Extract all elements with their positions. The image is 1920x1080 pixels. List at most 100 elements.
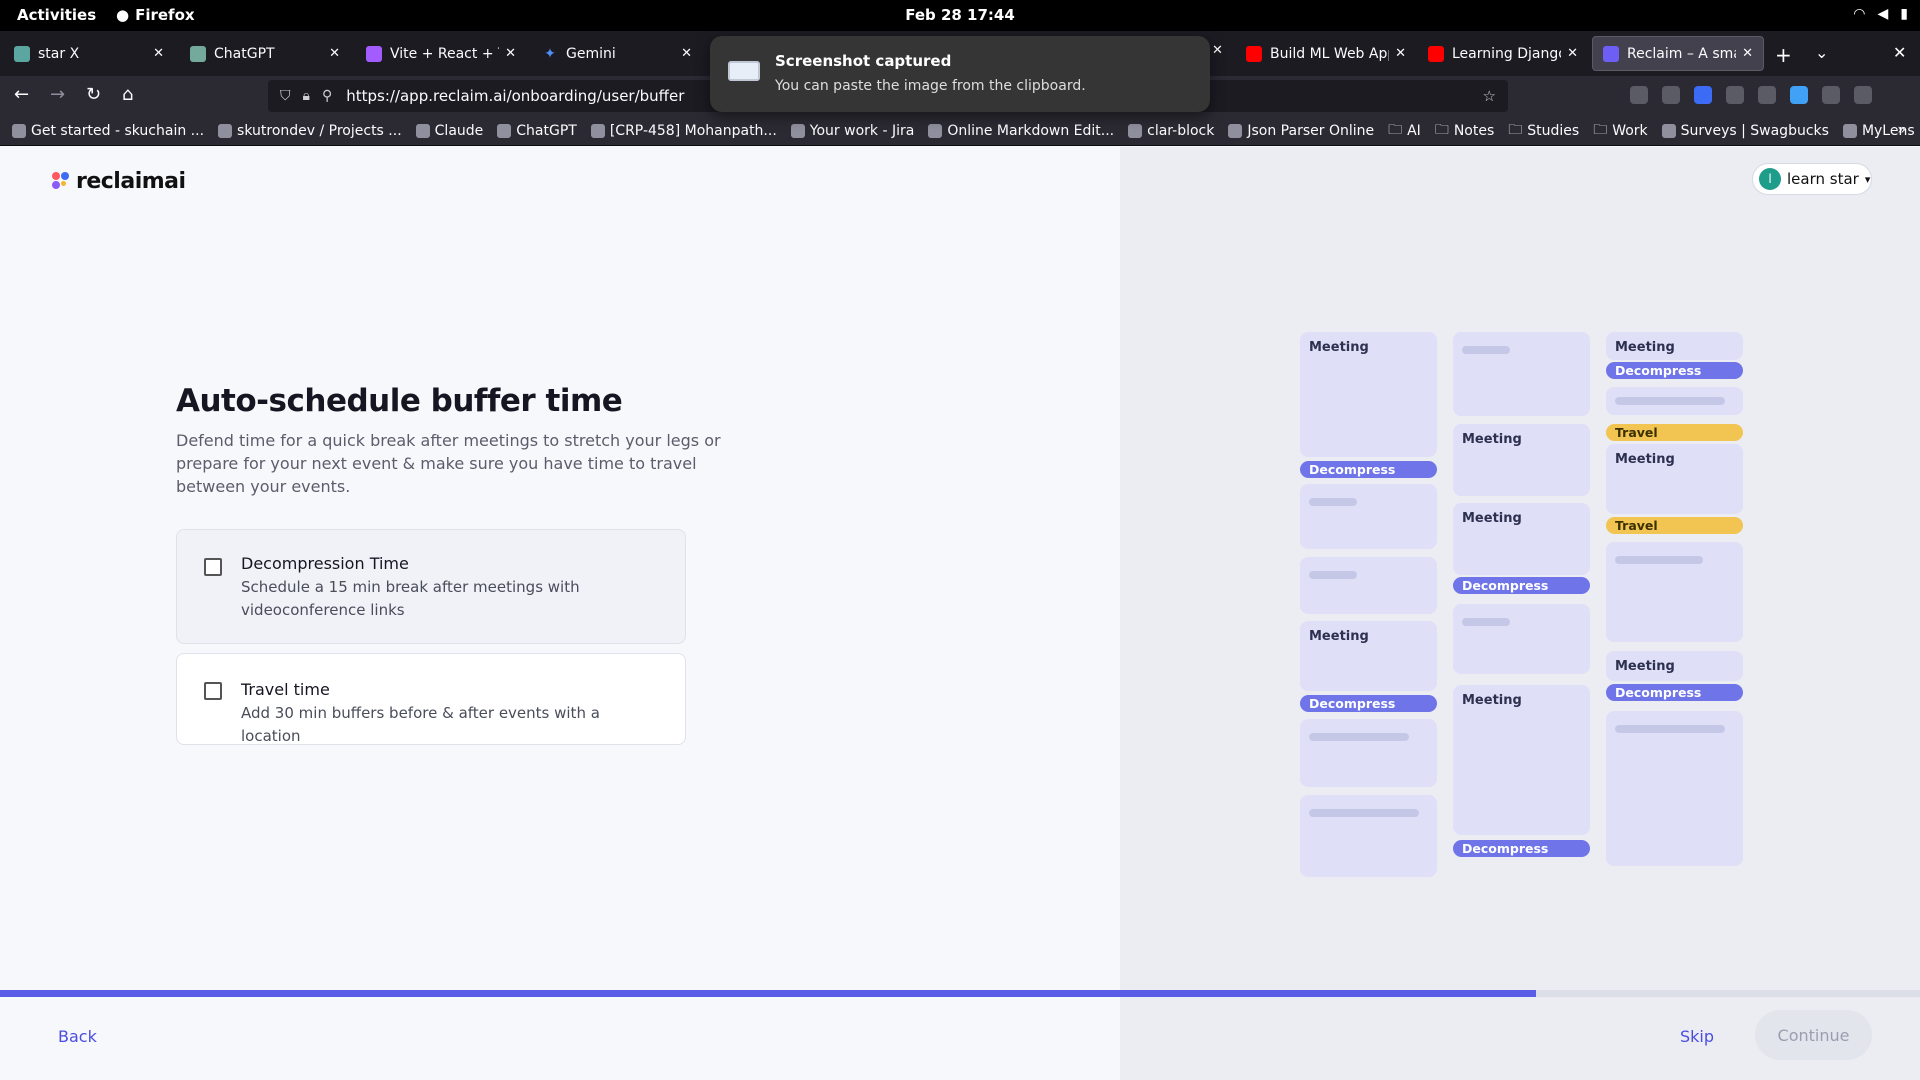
reclaim-logo[interactable]: reclaimai (52, 169, 186, 194)
account-icon[interactable] (1662, 86, 1680, 104)
gemini-icon: ✦ (544, 45, 556, 62)
bookmark-item[interactable]: Claude (415, 122, 484, 139)
extension-icon[interactable] (1758, 86, 1776, 104)
tab-label: Vite + React + TS (390, 45, 499, 62)
tab-vite[interactable]: Vite + React + TS ✕ (356, 36, 526, 71)
tab-star-x[interactable]: star X ✕ (4, 36, 174, 71)
decompress-pill: Decompress (1300, 695, 1437, 712)
placeholder-bar (1615, 725, 1725, 733)
screenshot-notification[interactable]: Screenshot captured You can paste the im… (710, 36, 1210, 112)
close-tab-icon[interactable]: ✕ (1212, 43, 1223, 58)
close-tab-icon[interactable]: ✕ (1567, 46, 1578, 61)
decompress-pill: Decompress (1300, 461, 1437, 478)
bookmark-folder[interactable]: 🗀︎ Notes (1435, 119, 1494, 143)
menu-hamburger-icon[interactable] (1854, 86, 1872, 104)
bookmark-item[interactable]: Json Parser Online (1228, 123, 1374, 139)
calendar-event-block (1300, 557, 1437, 614)
bookmark-icon (790, 123, 805, 138)
reload-icon[interactable]: ↻ (86, 84, 101, 105)
tab-build-ml[interactable]: Build ML Web App ✕ (1236, 36, 1416, 71)
avatar: l (1759, 168, 1781, 190)
close-tab-icon[interactable]: ✕ (153, 46, 164, 61)
bookmark-label: Claude (434, 122, 484, 139)
bookmark-label: Json Parser Online (1247, 122, 1375, 139)
wifi-icon: ◠ (1853, 6, 1866, 22)
calendar-event-block: Meeting (1453, 503, 1590, 575)
travel-checkbox[interactable] (204, 682, 222, 700)
user-menu[interactable]: l learn star ▾ (1752, 163, 1872, 195)
calendar-event-block: Meeting (1606, 651, 1743, 681)
bookmark-item[interactable]: Get started - skuchain ... (12, 123, 204, 139)
lock-icon[interactable]: 🔒︎ (303, 88, 310, 104)
bookmark-folder[interactable]: 🗀︎ AI (1388, 119, 1421, 143)
extension-icon[interactable] (1790, 86, 1808, 104)
screenshot-icon (728, 61, 760, 81)
bookmark-label: Your work - Jira (809, 122, 915, 139)
bookmarks-overflow-icon[interactable]: » (1897, 122, 1906, 138)
tab-reclaim[interactable]: Reclaim – A smart ✕ (1592, 36, 1764, 71)
bookmark-item[interactable]: clar-block (1128, 123, 1214, 139)
placeholder-bar (1309, 809, 1419, 817)
bookmark-label: Online Markdown Edit... (947, 122, 1115, 139)
event-label: Meeting (1309, 629, 1369, 644)
bookmark-item[interactable]: ChatGPT (497, 123, 577, 139)
bookmark-star-icon[interactable]: ☆ (1483, 87, 1496, 105)
onboarding-progress-bar (0, 990, 1920, 997)
shield-icon[interactable]: ⛉ (280, 88, 291, 104)
bookmark-folder[interactable]: 🗀︎ Work (1593, 119, 1647, 143)
placeholder-bar (1309, 733, 1409, 741)
new-tab-icon[interactable]: + (1775, 43, 1792, 67)
extension-badge-icon[interactable] (1694, 86, 1712, 104)
back-button[interactable]: Back (58, 1027, 97, 1046)
bookmark-icon (590, 123, 605, 138)
tab-chatgpt[interactable]: ChatGPT ✕ (180, 36, 350, 71)
decompression-time-option[interactable]: Decompression Time Schedule a 15 min bre… (176, 529, 686, 644)
event-label: Meeting (1462, 511, 1522, 526)
close-tab-icon[interactable]: ✕ (1742, 46, 1753, 61)
close-tab-icon[interactable]: ✕ (329, 46, 340, 61)
pocket-icon[interactable] (1630, 86, 1648, 104)
skip-button[interactable]: Skip (1680, 1027, 1714, 1046)
extensions-puzzle-icon[interactable] (1822, 86, 1840, 104)
back-arrow-icon[interactable]: ← (14, 84, 29, 105)
placeholder-bar (1615, 397, 1725, 405)
continue-button[interactable]: Continue (1755, 1010, 1872, 1060)
url-text[interactable]: https://app.reclaim.ai/onboarding/user/b… (346, 87, 684, 105)
system-tray[interactable]: ◠ ◀ ▮ (1853, 6, 1908, 22)
bookmark-folder[interactable]: 🗀︎ Studies (1508, 119, 1579, 143)
decompression-checkbox[interactable] (204, 558, 222, 576)
forward-arrow-icon[interactable]: → (50, 84, 65, 105)
close-tab-icon[interactable]: ✕ (505, 46, 516, 61)
bookmarks-toolbar: Get started - skuchain ... skutrondev / … (0, 116, 1920, 146)
home-icon[interactable]: ⌂ (122, 84, 133, 105)
clock[interactable]: Feb 28 17:44 (0, 6, 1920, 24)
placeholder-bar (1309, 498, 1357, 506)
bookmark-item[interactable]: skutrondev / Projects ... (218, 123, 402, 139)
calendar-event-block (1606, 711, 1743, 866)
folder-icon: 🗀︎ (1508, 121, 1523, 138)
tab-learning-django[interactable]: Learning Django [ ✕ (1418, 36, 1588, 71)
bookmark-item[interactable]: Surveys | Swagbucks (1661, 123, 1829, 139)
close-tab-icon[interactable]: ✕ (681, 46, 692, 61)
bookmark-item[interactable]: Your work - Jira (790, 122, 915, 139)
calendar-event-block (1300, 484, 1437, 549)
tab-gemini[interactable]: ✦ Gemini ✕ (532, 36, 702, 71)
reclaim-favicon-icon (1603, 45, 1619, 62)
bookmark-label: Studies (1527, 122, 1580, 139)
window-close-icon[interactable]: ✕ (1893, 43, 1906, 62)
tab-label: Reclaim – A smart (1627, 45, 1736, 62)
page-title: Auto-schedule buffer time (176, 383, 623, 419)
logo-wordmark: reclaimai (76, 169, 186, 194)
close-tab-icon[interactable]: ✕ (1395, 46, 1406, 61)
tab-favicon-icon (190, 45, 206, 62)
travel-time-option[interactable]: Travel time Add 30 min buffers before & … (176, 653, 686, 745)
tab-favicon-icon (14, 45, 30, 62)
bookmark-item[interactable]: [CRP-458] Mohanpath... (590, 123, 777, 139)
page-description: Defend time for a quick break after meet… (176, 431, 721, 496)
tab-list-chevron-icon[interactable]: ⌄ (1815, 43, 1828, 62)
bookmark-item[interactable]: Online Markdown Edit... (928, 123, 1114, 139)
system-top-bar: Activities ● Firefox Feb 28 17:44 ◠ ◀ ▮ (0, 0, 1920, 31)
permissions-icon[interactable]: ⚲ (322, 88, 332, 104)
placeholder-bar (1615, 556, 1703, 564)
extension-icon[interactable] (1726, 86, 1744, 104)
